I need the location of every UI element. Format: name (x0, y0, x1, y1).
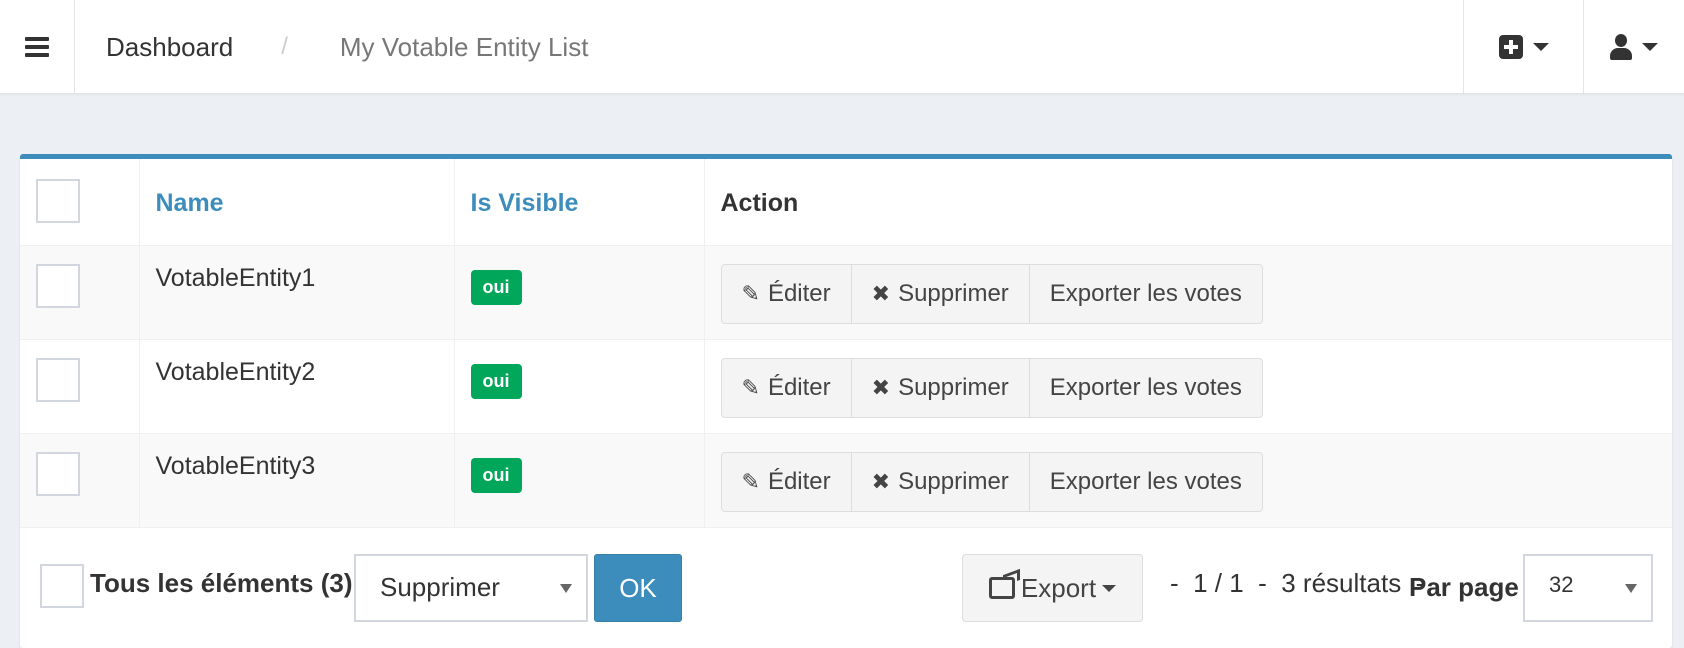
batch-action-selected-value: Supprimer (380, 572, 500, 602)
edit-button[interactable]: ✎ Éditer (720, 357, 852, 418)
column-header-action: Action (704, 159, 1672, 246)
export-votes-button[interactable]: Exporter les votes (1029, 263, 1263, 324)
delete-button-label: Supprimer (898, 467, 1009, 495)
select-all-header-cell (20, 159, 140, 246)
caret-down-icon (1532, 43, 1549, 51)
caret-down-icon (1102, 584, 1117, 592)
export-votes-button-label: Exporter les votes (1049, 467, 1242, 495)
delete-button[interactable]: ✖ Supprimer (851, 357, 1030, 418)
row-checkbox[interactable] (36, 357, 80, 402)
close-icon: ✖ (871, 374, 891, 400)
hamburger-menu-icon (25, 37, 49, 57)
caret-down-icon (1642, 43, 1658, 51)
pagination-info: - 1 / 1 - 3 résultats - (1170, 568, 1425, 598)
entity-list-box: Name Is Visible Action VotableEntity1 ou… (20, 154, 1672, 648)
per-page-label: Par page (1409, 572, 1519, 602)
table-row: VotableEntity1 oui ✎ Éditer ✖ Supprimer Ex… (20, 245, 1672, 340)
column-header-is-visible[interactable]: Is Visible (454, 159, 705, 246)
list-footer: Tous les éléments (3) Supprimer OK Expor… (20, 528, 1672, 648)
table-row: VotableEntity2 oui ✎ Éditer ✖ Supprimer Ex… (20, 339, 1672, 434)
row-checkbox[interactable] (36, 263, 80, 308)
pencil-icon: ✎ (741, 280, 760, 306)
add-new-dropdown-button[interactable] (1463, 0, 1583, 94)
user-icon (1610, 34, 1632, 60)
batch-ok-button[interactable]: OK (594, 554, 682, 622)
export-button-label: Export (1020, 572, 1097, 603)
table-row: VotableEntity3 oui ✎ Éditer ✖ Supprimer Ex… (20, 433, 1672, 528)
user-menu-dropdown-button[interactable] (1583, 0, 1684, 94)
close-icon: ✖ (871, 468, 891, 494)
row-action-buttons: ✎ Éditer ✖ Supprimer Exporter les votes (720, 263, 1657, 324)
pencil-icon: ✎ (741, 468, 760, 494)
row-action-buttons: ✎ Éditer ✖ Supprimer Exporter les votes (720, 451, 1657, 512)
batch-action-select[interactable]: Supprimer (354, 554, 588, 622)
edit-button[interactable]: ✎ Éditer (720, 451, 852, 512)
delete-button-label: Supprimer (898, 373, 1009, 401)
pencil-icon: ✎ (741, 374, 760, 400)
entity-table: Name Is Visible Action VotableEntity1 ou… (20, 159, 1672, 528)
top-navbar: Dashboard / My Votable Entity List (0, 0, 1684, 94)
delete-button[interactable]: ✖ Supprimer (851, 263, 1030, 324)
dropdown-arrow-icon (560, 584, 572, 593)
visible-badge: oui (470, 363, 522, 399)
sidebar-toggle-button[interactable] (0, 0, 75, 94)
plus-square-icon (1498, 35, 1523, 59)
edit-button-label: Éditer (767, 279, 831, 307)
delete-button-label: Supprimer (898, 279, 1009, 307)
visible-badge: oui (470, 269, 522, 305)
row-checkbox[interactable] (36, 451, 80, 496)
export-votes-button-label: Exporter les votes (1049, 373, 1242, 401)
edit-button[interactable]: ✎ Éditer (720, 263, 852, 324)
column-header-name[interactable]: Name (139, 159, 455, 246)
select-all-elements-checkbox[interactable] (40, 564, 84, 608)
entity-name-cell: VotableEntity3 (139, 433, 455, 528)
entity-name-cell: VotableEntity2 (139, 339, 455, 434)
breadcrumb-dashboard-link[interactable]: Dashboard (106, 32, 233, 63)
edit-button-label: Éditer (767, 467, 831, 495)
export-votes-button[interactable]: Exporter les votes (1029, 451, 1263, 512)
dropdown-arrow-icon (1625, 584, 1637, 593)
per-page-selected-value: 32 (1549, 572, 1574, 597)
breadcrumb: Dashboard / My Votable Entity List (106, 0, 588, 94)
per-page-select[interactable]: 32 (1523, 554, 1653, 622)
select-all-checkbox[interactable] (36, 179, 80, 223)
row-action-buttons: ✎ Éditer ✖ Supprimer Exporter les votes (720, 357, 1657, 418)
breadcrumb-separator: / (281, 33, 288, 60)
edit-button-label: Éditer (767, 373, 831, 401)
share-square-icon (988, 577, 1015, 599)
navbar-right-menu (1463, 0, 1684, 94)
export-votes-button[interactable]: Exporter les votes (1029, 357, 1263, 418)
entity-name-cell: VotableEntity1 (139, 245, 455, 340)
delete-button[interactable]: ✖ Supprimer (851, 451, 1030, 512)
export-votes-button-label: Exporter les votes (1049, 279, 1242, 307)
close-icon: ✖ (871, 280, 891, 306)
visible-badge: oui (470, 457, 522, 493)
all-elements-label: Tous les éléments (3) (90, 568, 353, 598)
breadcrumb-current-page: My Votable Entity List (339, 31, 589, 62)
export-dropdown-button[interactable]: Export (962, 554, 1143, 622)
